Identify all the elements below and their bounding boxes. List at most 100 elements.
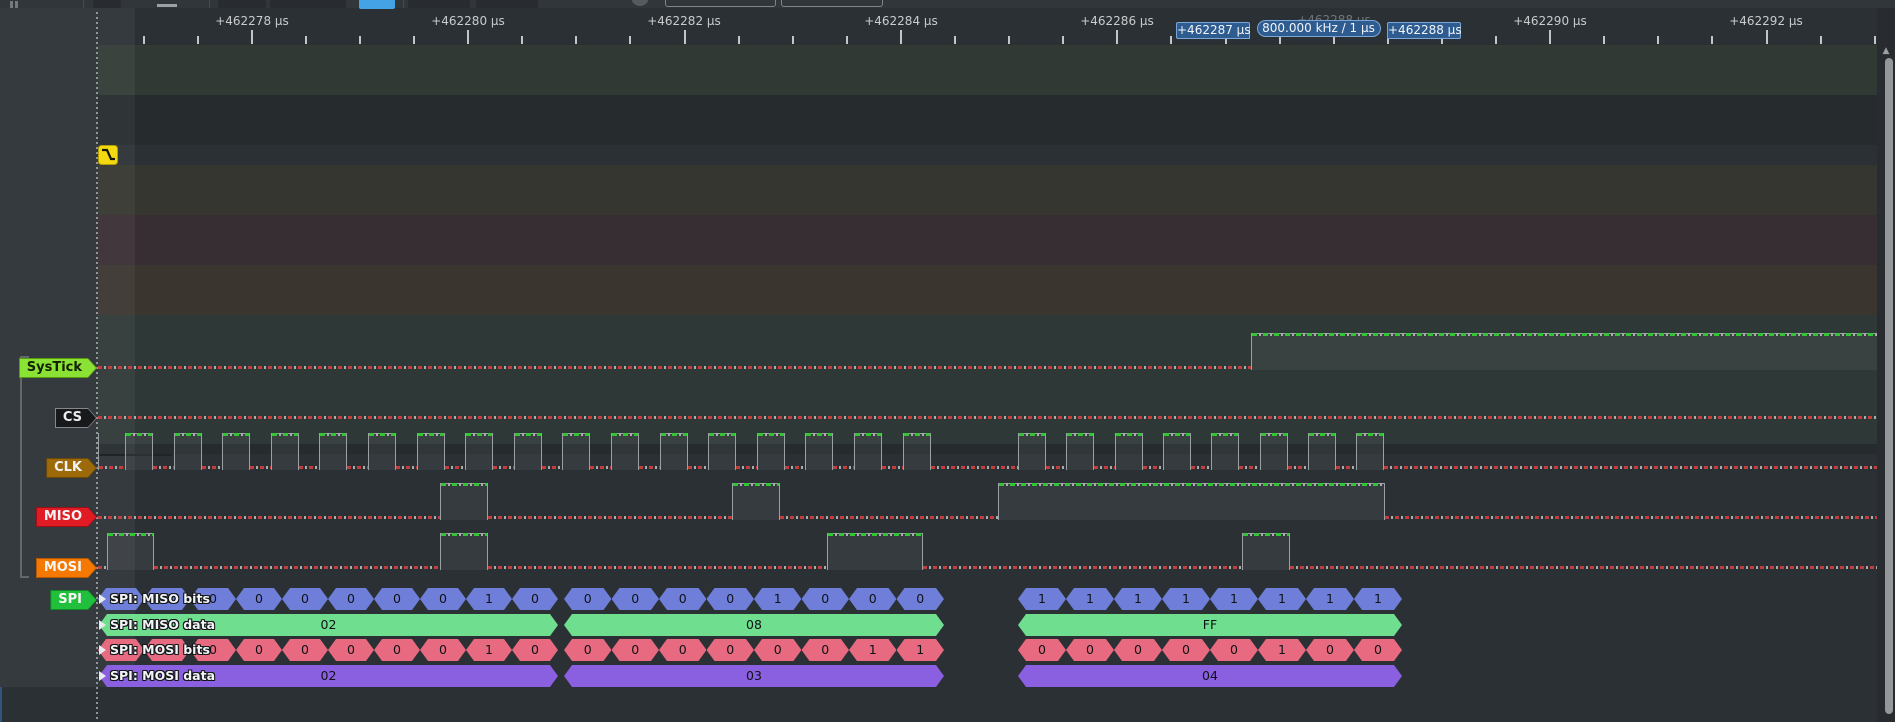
toolbar-button[interactable] bbox=[157, 4, 177, 7]
high-level-line bbox=[1212, 433, 1238, 436]
toolbar-button[interactable] bbox=[270, 0, 346, 8]
ruler-tick bbox=[846, 36, 848, 44]
mosi-low-level-line bbox=[488, 566, 827, 569]
channel-tag-miso[interactable]: MISO bbox=[36, 507, 97, 527]
high-level-line bbox=[272, 433, 298, 436]
channel-tag-systick[interactable]: SysTick bbox=[19, 358, 97, 378]
cursor-line[interactable] bbox=[0, 687, 2, 722]
channel-tag-mosi[interactable]: MOSI bbox=[36, 558, 97, 578]
clk-low-level-line bbox=[542, 466, 563, 469]
ruler-tick bbox=[1279, 36, 1281, 44]
spi-bit-annotation: 0 bbox=[707, 639, 755, 661]
clk-pulse bbox=[757, 433, 785, 470]
cursor-right-flag[interactable]: +462288 µs bbox=[1387, 22, 1461, 39]
channel-tag-label: MOSI bbox=[37, 559, 96, 577]
ruler-tick bbox=[629, 36, 631, 44]
trigger-falling-edge-icon[interactable] bbox=[98, 145, 118, 165]
toolbar-button[interactable] bbox=[408, 0, 470, 8]
high-level-line bbox=[904, 433, 930, 436]
decoder-tag-spi[interactable]: SPI bbox=[50, 590, 97, 610]
channel-tag-cs[interactable]: CS bbox=[55, 408, 97, 428]
spi-data-annotation: FF bbox=[1018, 614, 1402, 636]
channel-tag-label: MISO bbox=[37, 508, 96, 526]
ruler-tick bbox=[900, 30, 902, 44]
channel-tag-clk[interactable]: CLK bbox=[46, 458, 97, 478]
clk-pulse bbox=[1211, 433, 1239, 470]
clk-pulse bbox=[1018, 433, 1046, 470]
trace-group-bracket bbox=[20, 356, 29, 358]
clk-low-level-line bbox=[299, 466, 320, 469]
toolbar-button[interactable] bbox=[476, 0, 538, 8]
mosi-low-level-line bbox=[923, 566, 1242, 569]
cursor-measurement-pill: 800.000 kHz / 1 µs bbox=[1257, 20, 1381, 37]
run-button[interactable] bbox=[359, 0, 395, 9]
clk-pulse bbox=[271, 433, 299, 470]
ruler-time-label: +462280 µs bbox=[431, 14, 505, 28]
miso-pulse bbox=[732, 483, 780, 520]
spi-bit-annotation: 0 bbox=[236, 588, 282, 610]
toolbar-dropdown[interactable] bbox=[665, 0, 776, 7]
decoder-row-expand-icon[interactable] bbox=[99, 671, 106, 681]
waveform-area[interactable]: 00000000100000100011111111SPI: MISO bits… bbox=[98, 45, 1877, 722]
spi-bit-annotation: 1 bbox=[466, 639, 512, 661]
ruler-time-label: +462286 µs bbox=[1080, 14, 1154, 28]
spi-bit-annotation: 0 bbox=[1354, 639, 1402, 661]
view-left-edge-dotted-line bbox=[96, 12, 98, 722]
spi-bit-annotation: 0 bbox=[328, 588, 374, 610]
clk-pulse bbox=[98, 433, 99, 470]
high-level-line bbox=[1116, 433, 1142, 436]
spi-bit-annotation: 0 bbox=[1066, 639, 1114, 661]
spi-bit-annotation: 1 bbox=[466, 588, 512, 610]
clk-low-level-line bbox=[1094, 466, 1114, 469]
spi-bit-annotation: 0 bbox=[707, 588, 755, 610]
clk-low-level-line bbox=[99, 466, 125, 469]
high-level-line bbox=[223, 433, 249, 436]
pause-icon[interactable] bbox=[10, 1, 13, 8]
mosi-pulse bbox=[1242, 533, 1290, 570]
knob-icon[interactable] bbox=[631, 0, 649, 6]
cursor-left-flag[interactable]: +462287 µs bbox=[1176, 22, 1250, 39]
spi-bit-annotation: 0 bbox=[512, 639, 558, 661]
row-background-miso bbox=[98, 215, 1877, 265]
toolbar-dropdown[interactable] bbox=[781, 0, 883, 7]
row-background-cs bbox=[98, 95, 1877, 145]
ruler-tick bbox=[1008, 36, 1010, 44]
toolbar-button[interactable] bbox=[93, 0, 121, 8]
clk-low-level-line bbox=[1143, 466, 1163, 469]
ruler-tick bbox=[738, 36, 740, 44]
clk-low-level-line bbox=[493, 466, 514, 469]
row-background-mosi bbox=[98, 265, 1877, 315]
ruler-tick bbox=[1657, 36, 1659, 44]
miso-low-level-line bbox=[780, 516, 998, 519]
clk-pulse bbox=[903, 433, 931, 470]
clk-pulse bbox=[1066, 433, 1094, 470]
decoder-row-expand-icon[interactable] bbox=[99, 594, 106, 604]
trace-group-bracket[interactable] bbox=[20, 356, 22, 578]
spi-bit-annotation: 0 bbox=[659, 588, 707, 610]
row-background-systick bbox=[98, 45, 1877, 95]
toolbar-separator bbox=[209, 0, 210, 8]
high-level-line bbox=[855, 433, 881, 436]
time-ruler[interactable]: +462288 µs+462278 µs+462280 µs+462282 µs… bbox=[0, 8, 1877, 45]
spi-bit-annotation: 1 bbox=[1258, 639, 1306, 661]
cs-low-level-line bbox=[98, 416, 1877, 419]
high-level-line bbox=[828, 533, 922, 536]
clk-low-level-line bbox=[688, 466, 709, 469]
scrollbar-thumb[interactable] bbox=[1885, 58, 1893, 714]
high-level-line bbox=[418, 433, 444, 436]
ruler-tick bbox=[1116, 30, 1118, 44]
spi-bit-annotation: 1 bbox=[754, 588, 802, 610]
clk-low-level-line bbox=[153, 466, 174, 469]
spi-bit-annotation: 0 bbox=[564, 639, 612, 661]
clk-pulse bbox=[174, 433, 202, 470]
high-level-line bbox=[733, 483, 779, 486]
toolbar-button[interactable] bbox=[218, 0, 266, 8]
ruler-tick bbox=[954, 36, 956, 44]
decoder-row-expand-icon[interactable] bbox=[99, 645, 106, 655]
decoder-row-expand-icon[interactable] bbox=[99, 620, 106, 630]
pause-icon[interactable] bbox=[15, 1, 18, 8]
decoder-row-label: SPI: MOSI data bbox=[110, 668, 215, 683]
spi-bit-annotation: 0 bbox=[659, 639, 707, 661]
clk-pulse bbox=[1356, 433, 1384, 470]
scrollbar-up-icon[interactable]: ▲ bbox=[1880, 46, 1892, 56]
